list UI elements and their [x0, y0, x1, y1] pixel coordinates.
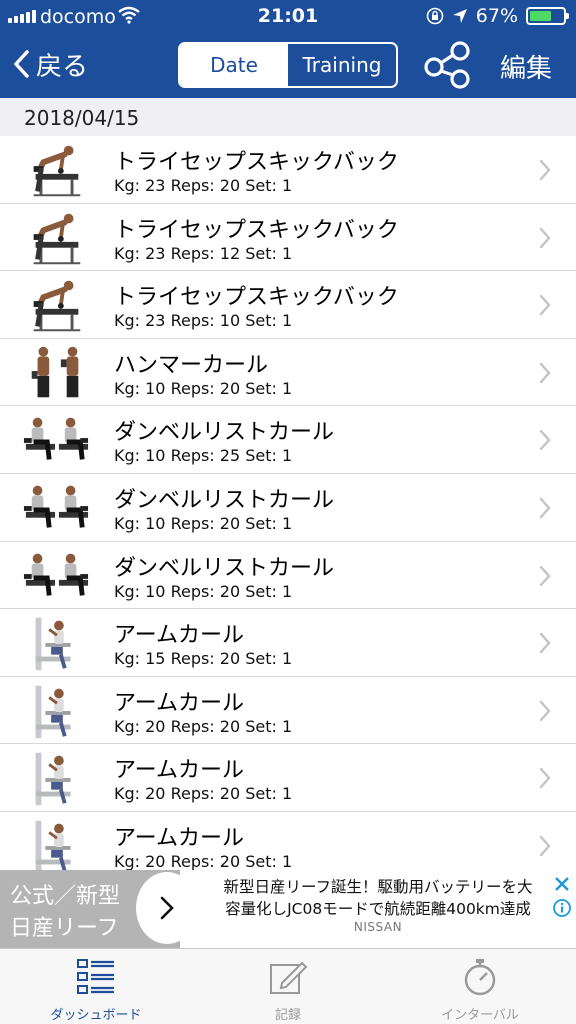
workout-row[interactable]: ダンベルリストカール Kg: 10 Reps: 20 Set: 1 [0, 542, 576, 610]
workout-row[interactable]: トライセップスキックバック Kg: 23 Reps: 20 Set: 1 [0, 136, 576, 204]
exercise-thumbnail [23, 553, 89, 596]
view-segmented-control: Date Training [178, 42, 398, 88]
chevron-right-icon [539, 497, 551, 519]
exercise-thumbnail [35, 820, 71, 870]
exercise-detail: Kg: 10 Reps: 25 Set: 1 [114, 446, 293, 466]
segment-date[interactable]: Date [180, 44, 288, 86]
workout-row[interactable]: トライセップスキックバック Kg: 23 Reps: 10 Set: 1 [0, 271, 576, 339]
chevron-right-icon [539, 632, 551, 654]
workout-row[interactable]: アームカール Kg: 15 Reps: 20 Set: 1 [0, 609, 576, 677]
workout-row[interactable]: トライセップスキックバック Kg: 23 Reps: 12 Set: 1 [0, 204, 576, 272]
workout-row[interactable]: アームカール Kg: 20 Reps: 20 Set: 1 [0, 744, 576, 812]
orientation-lock-icon [426, 7, 444, 25]
exercise-name: アームカール [114, 690, 245, 716]
ad-banner[interactable]: 公式／新型 日産リーフ 新型日産リーフ誕生！駆動用バッテリーを大 容量化しJC0… [0, 870, 576, 948]
chevron-right-icon [539, 294, 551, 316]
ad-close-icon[interactable] [552, 874, 572, 894]
exercise-detail: Kg: 20 Reps: 20 Set: 1 [114, 851, 293, 870]
ad-brand: NISSAN [353, 920, 403, 934]
navigation-bar: docomo 21:01 67% 戻る Date Training 編集 [0, 0, 576, 98]
workout-row[interactable]: ハンマーカール Kg: 10 Reps: 20 Set: 1 [0, 339, 576, 407]
ad-open-button[interactable] [136, 872, 198, 944]
edit-button[interactable]: 編集 [500, 48, 552, 85]
exercise-name: ダンベルリストカール [114, 420, 335, 446]
back-button[interactable]: 戻る [12, 44, 88, 84]
exercise-thumbnail [33, 145, 81, 197]
status-right: 67% [426, 5, 569, 27]
exercise-detail: Kg: 23 Reps: 12 Set: 1 [114, 243, 293, 263]
ad-left-line2: 日産リーフ [10, 916, 119, 941]
date-section-header: 2018/04/15 [0, 98, 576, 136]
tab-dashboard-label: ダッシュボード [50, 1008, 142, 1023]
ad-text-line2: 容量化しJC08モードで航続距離400km達成 [225, 900, 531, 918]
exercise-detail: Kg: 10 Reps: 20 Set: 1 [114, 378, 293, 398]
tab-record-label: 記録 [274, 1008, 301, 1023]
chevron-right-icon [539, 362, 551, 383]
exercise-name: アームカール [114, 825, 245, 851]
workout-list: トライセップスキックバック Kg: 23 Reps: 20 Set: 1 トライセッ… [0, 136, 576, 870]
segment-training[interactable]: Training [288, 44, 396, 86]
exercise-name: ハンマーカール [114, 352, 269, 378]
location-arrow-icon [452, 9, 467, 23]
exercise-thumbnail [35, 617, 71, 671]
exercise-detail: Kg: 15 Reps: 20 Set: 1 [114, 649, 293, 669]
exercise-thumbnail [31, 346, 79, 398]
exercise-thumbnail [33, 213, 81, 264]
chevron-right-icon [539, 159, 551, 181]
workout-row[interactable]: アームカール Kg: 20 Reps: 20 Set: 1 [0, 812, 576, 870]
workout-row[interactable]: アームカール Kg: 20 Reps: 20 Set: 1 [0, 677, 576, 745]
workout-row[interactable]: ダンベルリストカール Kg: 10 Reps: 20 Set: 1 [0, 474, 576, 542]
chevron-right-icon [539, 227, 551, 248]
exercise-detail: Kg: 23 Reps: 10 Set: 1 [114, 311, 293, 331]
exercise-detail: Kg: 10 Reps: 20 Set: 1 [114, 513, 293, 533]
chevron-right-icon [539, 565, 551, 586]
back-label: 戻る [36, 51, 89, 82]
chevron-right-icon [539, 430, 551, 451]
tab-bar: ダッシュボード 記録 インターバル [0, 948, 576, 1024]
ad-headline: 新型日産リーフ誕生！駆動用バッテリーを大 容量化しJC08モードで航続距離400… [206, 876, 550, 920]
chevron-left-icon [14, 50, 29, 78]
exercise-detail: Kg: 20 Reps: 20 Set: 1 [114, 784, 293, 804]
ad-left-line1: 公式／新型 [10, 884, 121, 909]
ad-text-line1: 新型日産リーフ誕生！駆動用バッテリーを大 [223, 878, 533, 896]
exercise-name: ダンベルリストカール [114, 555, 335, 581]
exercise-thumbnail [35, 685, 71, 738]
exercise-detail: Kg: 23 Reps: 20 Set: 1 [114, 176, 293, 195]
tab-interval-label: インターバル [441, 1008, 519, 1023]
chevron-right-icon [539, 835, 551, 857]
tab-dashboard[interactable]: ダッシュボード [0, 949, 192, 1024]
exercise-detail: Kg: 20 Reps: 20 Set: 1 [114, 716, 293, 736]
exercise-name: トライセップスキックバック [114, 217, 399, 243]
exercise-name: アームカール [114, 758, 245, 784]
exercise-detail: Kg: 10 Reps: 20 Set: 1 [114, 581, 293, 601]
exercise-name: アームカール [114, 623, 245, 649]
workout-row[interactable]: ダンベルリストカール Kg: 10 Reps: 25 Set: 1 [0, 406, 576, 474]
chevron-right-icon [539, 768, 551, 789]
dashboard-icon [77, 959, 114, 994]
exercise-name: トライセップスキックバック [114, 150, 399, 175]
status-bar: docomo 21:01 67% [0, 0, 576, 34]
exercise-thumbnail [23, 485, 89, 528]
exercise-name: トライセップスキックバック [114, 285, 399, 311]
stopwatch-icon [464, 959, 496, 996]
battery-icon [526, 7, 569, 25]
chevron-right-icon [160, 896, 174, 920]
tab-interval[interactable]: インターバル [384, 949, 576, 1024]
exercise-name: ダンベルリストカール [114, 487, 335, 513]
exercise-thumbnail [23, 418, 89, 461]
ad-info-icon[interactable] [552, 898, 572, 918]
share-icon[interactable] [422, 40, 474, 90]
chevron-right-icon [539, 700, 551, 721]
section-date: 2018/04/15 [24, 106, 140, 130]
exercise-thumbnail [35, 753, 71, 806]
exercise-thumbnail [33, 280, 81, 332]
battery-percent: 67% [475, 5, 518, 27]
battery-level [530, 11, 552, 21]
pencil-icon [270, 961, 308, 994]
tab-record[interactable]: 記録 [192, 949, 384, 1024]
